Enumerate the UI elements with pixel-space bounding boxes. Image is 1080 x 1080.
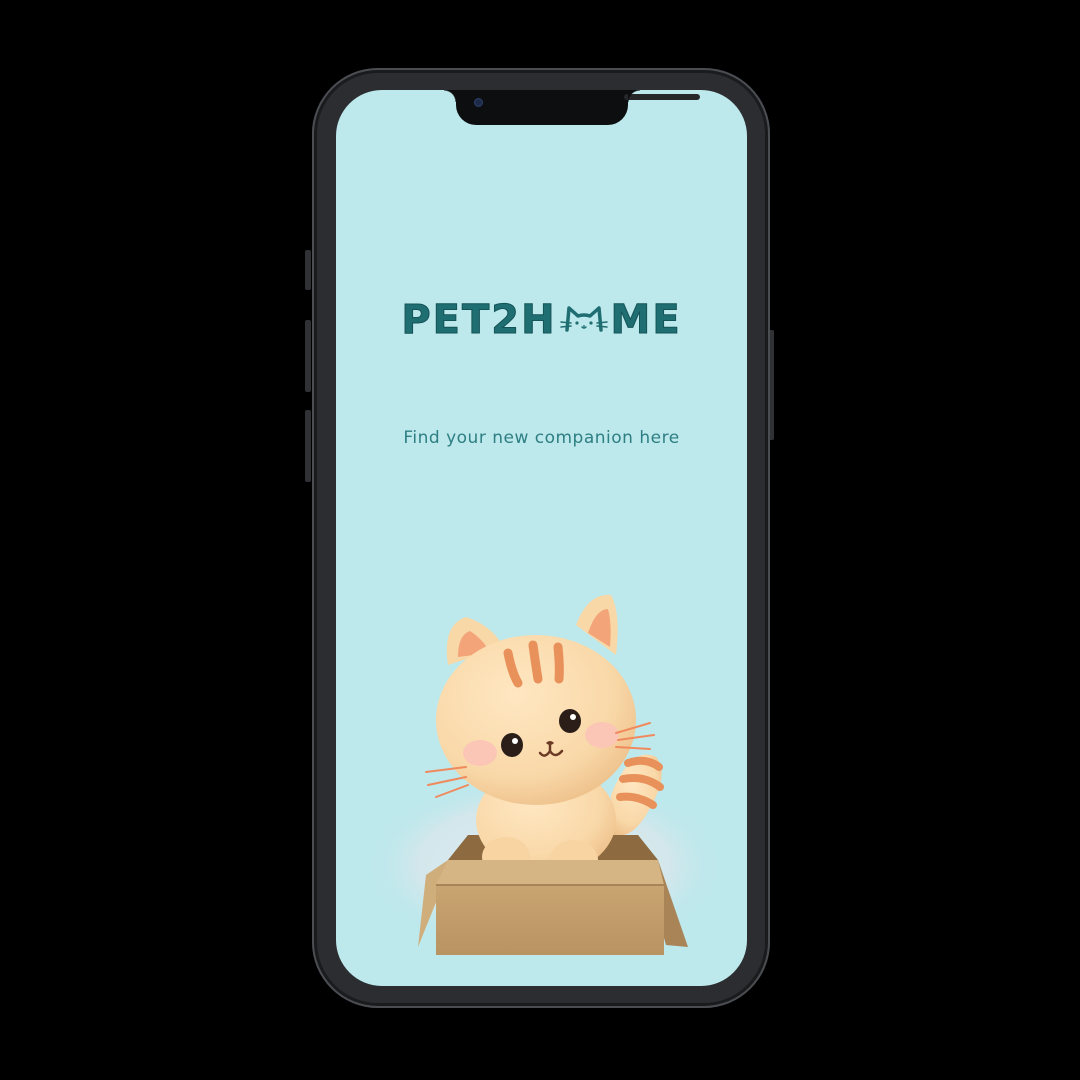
stage: PET2H ME Find your new companion here xyxy=(0,0,1080,1080)
volume-down-button xyxy=(305,410,311,482)
cat-face-icon xyxy=(559,306,608,332)
notch xyxy=(444,90,700,125)
splash-screen: PET2H ME Find your new companion here xyxy=(336,90,747,986)
logo-text-end: ME xyxy=(610,297,682,344)
cardboard-box xyxy=(418,860,688,955)
mute-switch xyxy=(305,250,311,290)
app-logo: PET2H ME xyxy=(336,290,747,350)
kitten-in-box-illustration xyxy=(366,594,724,955)
kitten-left-eye xyxy=(501,733,523,757)
logo-text-start: PET2H xyxy=(401,297,557,344)
kitten-right-eye xyxy=(559,709,581,733)
front-camera xyxy=(474,98,483,107)
tagline: Find your new companion here xyxy=(403,428,680,448)
kitten-head xyxy=(425,594,655,805)
volume-up-button xyxy=(305,320,311,392)
earpiece-speaker xyxy=(624,94,700,100)
